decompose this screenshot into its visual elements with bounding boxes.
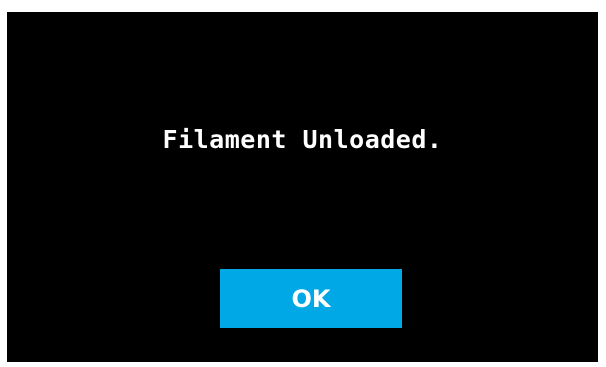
printer-screen: Filament Unloaded. OK — [7, 12, 598, 362]
status-message: Filament Unloaded. — [162, 125, 443, 154]
ok-button[interactable]: OK — [220, 269, 402, 328]
